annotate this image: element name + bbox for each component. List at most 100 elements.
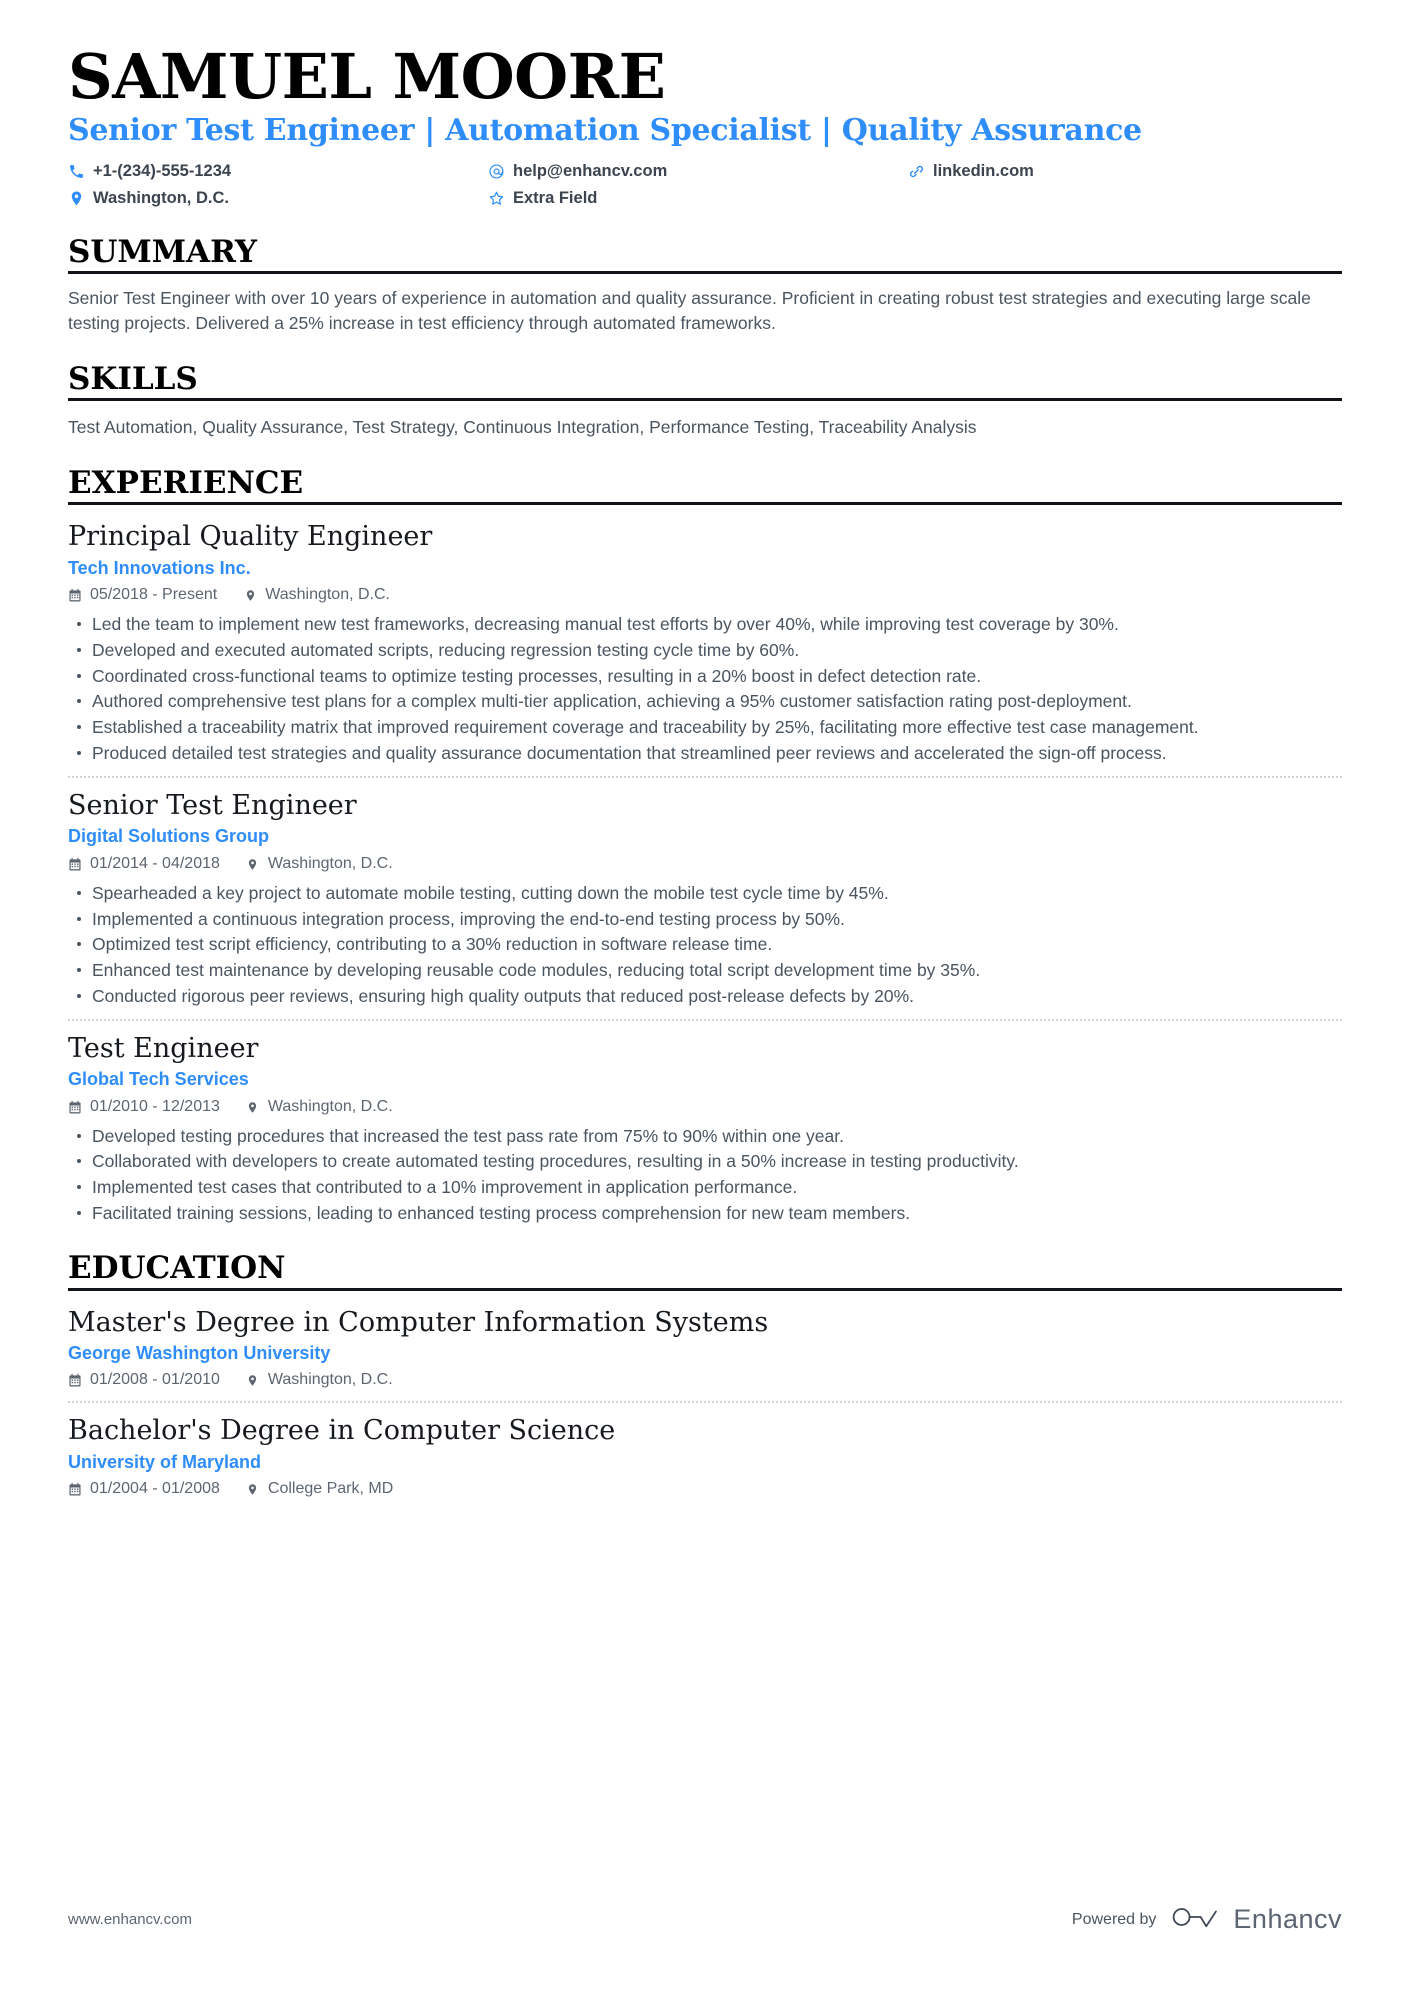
experience-entry-meta: 01/2014 - 04/2018 Washington, D.C. [68, 854, 1342, 875]
experience-entry: Principal Quality Engineer Tech Innovatio… [68, 517, 1342, 766]
experience-bullet: Developed and executed automated scripts… [68, 638, 1342, 663]
experience-bullet: Facilitated training sessions, leading t… [68, 1201, 1342, 1226]
section-title-skills: SKILLS [68, 360, 198, 397]
experience-entry-date: 05/2018 - Present [68, 585, 217, 606]
experience-entry-organization[interactable]: Tech Innovations Inc. [68, 557, 1342, 580]
education-entry-meta: 01/2004 - 01/2008 College Park, MD [68, 1479, 1342, 1500]
contact-linkedin-text: linkedin.com [933, 161, 1034, 180]
enhancv-logo: Enhancv [1170, 1902, 1342, 1937]
experience-bullet: Enhanced test maintenance by developing … [68, 958, 1342, 983]
section-title-education: EDUCATION [68, 1249, 286, 1286]
experience-entry-bullets: Developed testing procedures that increa… [68, 1124, 1342, 1226]
location-pin-icon [246, 857, 260, 872]
experience-bullet: Led the team to implement new test frame… [68, 612, 1342, 637]
experience-entry-organization[interactable]: Digital Solutions Group [68, 825, 1342, 848]
calendar-icon [68, 857, 82, 872]
experience-entry-title: Test Engineer [68, 1032, 259, 1064]
education-entry-location: College Park, MD [246, 1479, 393, 1500]
resume-header: SAMUEL MOORE Senior Test Engineer | Auto… [68, 46, 1342, 210]
location-icon [68, 190, 85, 207]
contact-info: +1-(234)-555-1234 help@enhancv.com linke… [68, 161, 1342, 210]
experience-entry-title: Senior Test Engineer [68, 790, 357, 822]
experience-entry-location-text: Washington, D.C. [267, 854, 393, 872]
summary-text: Senior Test Engineer with over 10 years … [68, 288, 1311, 334]
education-entry-location: Washington, D.C. [246, 1370, 393, 1391]
experience-entry-location: Washington, D.C. [246, 1097, 393, 1118]
education-list: Master's Degree in Computer Information … [68, 1303, 1342, 1500]
calendar-icon [68, 1373, 82, 1388]
section-education: EDUCATION Master's Degree in Computer In… [68, 1252, 1342, 1500]
contact-location-text: Washington, D.C. [93, 188, 229, 207]
calendar-icon [68, 1482, 82, 1497]
section-summary: SUMMARY Senior Test Engineer with over 1… [68, 233, 1342, 337]
location-pin-icon [246, 1100, 260, 1115]
education-entry-title: Master's Degree in Computer Information … [68, 1306, 769, 1338]
enhancv-wordmark: Enhancv [1233, 1904, 1342, 1934]
candidate-headline: Senior Test Engineer | Automation Specia… [68, 113, 1142, 148]
location-pin-icon [246, 1373, 260, 1388]
experience-bullet: Authored comprehensive test plans for a … [68, 689, 1342, 714]
section-skills: SKILLS Test Automation, Quality Assuranc… [68, 363, 1342, 441]
contact-linkedin[interactable]: linkedin.com [908, 161, 1342, 183]
experience-bullet: Established a traceability matrix that i… [68, 715, 1342, 740]
experience-bullet: Produced detailed test strategies and qu… [68, 741, 1342, 766]
contact-phone-text: +1-(234)-555-1234 [93, 161, 232, 180]
experience-bullet: Collaborated with developers to create a… [68, 1149, 1342, 1174]
experience-bullet: Conducted rigorous peer reviews, ensurin… [68, 984, 1342, 1009]
experience-entry-date-text: 01/2010 - 12/2013 [90, 1097, 220, 1115]
star-icon [488, 190, 505, 207]
experience-entry: Test Engineer Global Tech Services 01/2010… [68, 1018, 1342, 1226]
contact-phone[interactable]: +1-(234)-555-1234 [68, 161, 488, 183]
education-entry-organization[interactable]: University of Maryland [68, 1451, 1342, 1474]
experience-entry-date-text: 05/2018 - Present [90, 586, 218, 604]
experience-entry-organization[interactable]: Global Tech Services [68, 1068, 1342, 1091]
footer-brand: Powered by Enhancv [1072, 1902, 1342, 1937]
page-footer: www.enhancv.com Powered by Enhancv [68, 1902, 1342, 1937]
education-entry-title: Bachelor's Degree in Computer Science [68, 1415, 616, 1447]
contact-extra-field[interactable]: Extra Field [488, 188, 908, 210]
location-pin-icon [246, 1482, 260, 1497]
calendar-icon [68, 1100, 82, 1115]
link-icon [908, 163, 925, 180]
section-experience: EXPERIENCE Principal Quality Engineer Tec… [68, 467, 1342, 1226]
experience-entry-date-text: 01/2014 - 04/2018 [90, 854, 220, 872]
experience-entry-date: 01/2010 - 12/2013 [68, 1097, 220, 1118]
contact-extra-field-text: Extra Field [513, 188, 598, 207]
contact-location[interactable]: Washington, D.C. [68, 188, 488, 210]
experience-entry-meta: 01/2010 - 12/2013 Washington, D.C. [68, 1097, 1342, 1118]
experience-entry: Senior Test Engineer Digital Solutions Gr… [68, 776, 1342, 1009]
experience-bullet: Implemented a continuous integration pro… [68, 907, 1342, 932]
experience-entry-location-text: Washington, D.C. [267, 1097, 393, 1115]
footer-website-url[interactable]: www.enhancv.com [68, 1911, 192, 1928]
powered-by-label: Powered by [1071, 1910, 1157, 1928]
experience-list: Principal Quality Engineer Tech Innovatio… [68, 517, 1342, 1226]
resume-page: SAMUEL MOORE Senior Test Engineer | Auto… [0, 0, 1410, 1995]
contact-email-text: help@enhancv.com [513, 161, 668, 180]
experience-bullet: Optimized test script efficiency, contri… [68, 932, 1342, 957]
education-entry: Bachelor's Degree in Computer Science Uni… [68, 1401, 1342, 1500]
education-entry-date-text: 01/2004 - 01/2008 [90, 1480, 220, 1498]
experience-bullet: Spearheaded a key project to automate mo… [68, 881, 1342, 906]
experience-entry-location: Washington, D.C. [246, 854, 393, 875]
candidate-name: SAMUEL MOORE [68, 40, 666, 113]
education-entry-date: 01/2008 - 01/2010 [68, 1370, 220, 1391]
education-entry-organization[interactable]: George Washington University [68, 1342, 1342, 1365]
experience-bullet: Coordinated cross-functional teams to op… [68, 664, 1342, 689]
education-entry-location-text: Washington, D.C. [267, 1371, 393, 1389]
enhancv-mark-icon [1170, 1902, 1222, 1937]
experience-entry-location: Washington, D.C. [243, 585, 390, 606]
skills-text: Test Automation, Quality Assurance, Test… [68, 417, 977, 438]
section-title-experience: EXPERIENCE [68, 464, 304, 501]
experience-bullet: Implemented test cases that contributed … [68, 1175, 1342, 1200]
email-icon [488, 163, 505, 180]
experience-entry-bullets: Led the team to implement new test frame… [68, 612, 1342, 766]
phone-icon [68, 163, 85, 180]
education-entry: Master's Degree in Computer Information … [68, 1303, 1342, 1392]
experience-entry-meta: 05/2018 - Present Washington, D.C. [68, 585, 1342, 606]
experience-entry-title: Principal Quality Engineer [68, 521, 433, 553]
calendar-icon [68, 588, 82, 603]
contact-email[interactable]: help@enhancv.com [488, 161, 908, 183]
experience-entry-location-text: Washington, D.C. [265, 586, 390, 604]
education-entry-date: 01/2004 - 01/2008 [68, 1479, 220, 1500]
section-title-summary: SUMMARY [68, 233, 258, 270]
